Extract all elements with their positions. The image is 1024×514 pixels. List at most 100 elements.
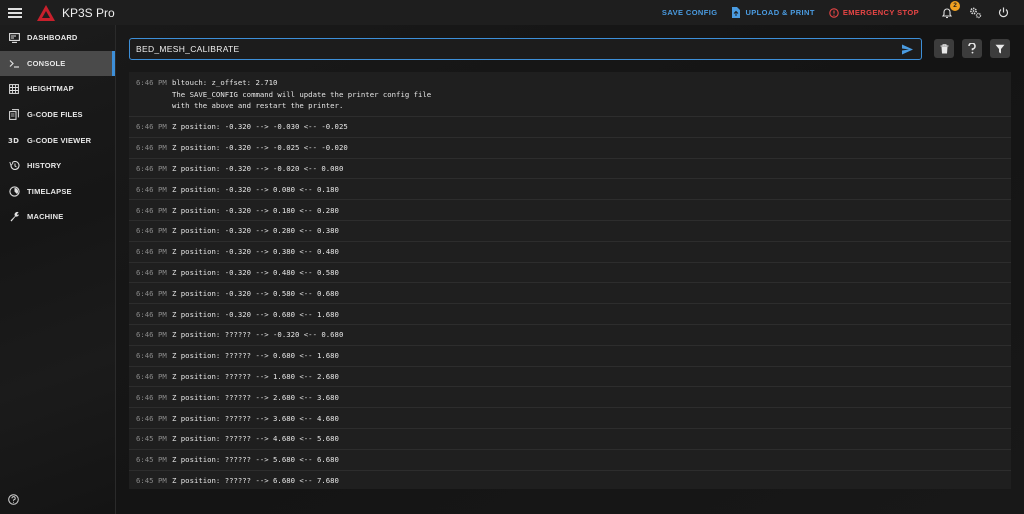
settings-button[interactable] [968, 6, 982, 20]
file-upload-icon [732, 7, 741, 18]
entry-message: Z position: ?????? --> -0.320 <-- 0.680 [172, 330, 344, 340]
grid-icon [9, 84, 19, 94]
console-entry: 6:45 PM Z position: ?????? --> 6.680 <-- … [129, 471, 1011, 489]
console-entry: 6:46 PM Z position: -0.320 --> 0.580 <-- … [129, 283, 1011, 305]
entry-message: Z position: -0.320 --> 0.380 <-- 0.480 [172, 247, 339, 257]
entry-line: with the above and restart the printer. [172, 101, 344, 111]
entry-timestamp: 6:45 PM [136, 475, 167, 485]
entry-message: Z position: ?????? --> 6.680 <-- 7.680 [172, 475, 339, 485]
sidebar-item-history[interactable]: HISTORY [0, 153, 115, 179]
entry-message: Z position: -0.320 --> 0.180 <-- 0.280 [172, 205, 339, 215]
sidebar-item-console[interactable]: CONSOLE [0, 50, 115, 77]
sidebar: DASHBOARD CONSOLE HEIGHTMAP G-CODE FILES… [0, 25, 116, 514]
console-entry: 6:46 PM Z position: -0.320 --> 0.680 <-- … [129, 304, 1011, 325]
power-button[interactable] [996, 6, 1010, 20]
help-button[interactable] [962, 39, 982, 58]
save-config-button[interactable]: SAVE CONFIG [662, 8, 718, 17]
entry-timestamp: 6:46 PM [136, 78, 167, 87]
entry-timestamp: 6:46 PM [136, 143, 167, 153]
console-entry: 6:46 PM Z position: -0.320 --> 0.180 <-- … [129, 200, 1011, 221]
console-entry: 6:46 PM Z position: ?????? --> 3.680 <-- … [129, 408, 1011, 429]
entry-message: Z position: -0.320 --> 0.280 <-- 0.380 [172, 226, 339, 236]
entry-timestamp: 6:46 PM [136, 309, 167, 319]
sidebar-item-timelapse[interactable]: TIMELAPSE [0, 179, 115, 205]
entry-message: Z position: ?????? --> 0.680 <-- 1.680 [172, 351, 339, 361]
main-content: 6:46 PM bltouch: z_offset: 2.710 The SAVE_… [116, 25, 1024, 514]
entry-timestamp: 6:45 PM [136, 455, 167, 465]
entry-timestamp: 6:46 PM [136, 351, 167, 361]
entry-timestamp: 6:46 PM [136, 330, 167, 340]
clear-console-button[interactable] [934, 39, 954, 58]
entry-timestamp: 6:46 PM [136, 163, 167, 173]
help-circle-icon[interactable] [8, 494, 19, 505]
entry-timestamp: 6:45 PM [136, 434, 167, 444]
history-icon [8, 161, 20, 171]
svg-text:3D: 3D [8, 137, 19, 144]
filter-icon [995, 44, 1005, 53]
send-icon[interactable] [901, 43, 914, 56]
entry-message: Z position: -0.320 --> -0.025 <-- -0.020 [172, 143, 348, 153]
filter-button[interactable] [990, 39, 1010, 58]
command-input[interactable] [130, 44, 901, 54]
entry-message: Z position: ?????? --> 2.680 <-- 3.680 [172, 392, 339, 402]
entry-timestamp: 6:46 PM [136, 122, 167, 132]
console-entry: 6:46 PM Z position: ?????? --> -0.320 <--… [129, 325, 1011, 346]
console-entry: 6:46 PM Z position: ?????? --> 0.680 <-- … [129, 346, 1011, 367]
monitor-icon [8, 32, 20, 43]
command-bar [129, 38, 922, 60]
console-entry: 6:45 PM Z position: ?????? --> 4.680 <-- … [129, 429, 1011, 450]
console-entry: 6:46 PM Z position: ?????? --> 1.680 <-- … [129, 367, 1011, 388]
menu-icon[interactable] [8, 7, 22, 18]
timelapse-icon [8, 186, 20, 197]
entry-message: bltouch: z_offset: 2.710 The SAVE_CONFIG … [172, 77, 431, 116]
console-entry: 6:46 PM Z position: ?????? --> 2.680 <-- … [129, 387, 1011, 409]
logo-icon [37, 4, 55, 21]
entry-message: Z position: -0.320 --> 0.480 <-- 0.580 [172, 267, 339, 277]
entry-message: Z position: -0.320 --> 0.680 <-- 1.680 [172, 309, 339, 319]
sidebar-item-machine[interactable]: MACHINE [0, 204, 115, 230]
entry-timestamp: 6:46 PM [136, 226, 167, 236]
upload-print-button[interactable]: UPLOAD & PRINT [731, 7, 814, 18]
app-title: KP3S Pro [62, 5, 115, 20]
entry-timestamp: 6:46 PM [136, 184, 167, 194]
question-icon [968, 43, 976, 54]
power-icon [998, 7, 1008, 18]
notifications-button[interactable]: 2 [940, 0, 960, 20]
entry-message: Z position: ?????? --> 1.680 <-- 2.680 [172, 371, 339, 381]
entry-message: Z position: ?????? --> 3.680 <-- 4.680 [172, 413, 339, 423]
console-entry: 6:46 PM Z position: -0.320 --> 0.080 <-- … [129, 179, 1011, 201]
sidebar-item-gcode-files[interactable]: G-CODE FILES [0, 102, 115, 128]
entry-message: Z position: ?????? --> 5.680 <-- 6.680 [172, 455, 339, 465]
entry-message: Z position: -0.320 --> 0.580 <-- 0.680 [172, 288, 339, 298]
entry-timestamp: 6:46 PM [136, 267, 167, 277]
emergency-stop-button[interactable]: EMERGENCY STOP [829, 7, 919, 18]
entry-timestamp: 6:46 PM [136, 413, 167, 423]
entry-message: Z position: ?????? --> 4.680 <-- 5.680 [172, 434, 339, 444]
entry-line: The SAVE_CONFIG command will update the … [172, 89, 432, 99]
entry-message: Z position: -0.320 --> -0.020 <-- 0.080 [172, 163, 344, 173]
sidebar-item-gcode-viewer[interactable]: 3D G-CODE VIEWER [0, 127, 115, 153]
entry-line: bltouch: z_offset: 2.710 [172, 78, 278, 87]
console-entry: 6:46 PM Z position: -0.320 --> -0.020 <--… [129, 159, 1011, 180]
notification-badge: 2 [950, 0, 960, 11]
entry-timestamp: 6:46 PM [136, 247, 167, 257]
sidebar-item-dashboard[interactable]: DASHBOARD [0, 25, 115, 51]
sidebar-item-heightmap[interactable]: HEIGHTMAP [0, 76, 115, 102]
console-entry: 6:46 PM Z position: -0.320 --> 0.380 <-- … [129, 242, 1011, 263]
console-entry: 6:46 PM Z position: -0.320 --> 0.280 <-- … [129, 221, 1011, 242]
entry-timestamp: 6:46 PM [136, 205, 167, 215]
files-icon [9, 109, 19, 120]
app-bar: KP3S Pro SAVE CONFIG UPLOAD & PRINT EMER… [0, 0, 1024, 25]
entry-timestamp: 6:46 PM [136, 392, 167, 402]
entry-message: Z position: -0.320 --> -0.030 <-- -0.025 [172, 122, 348, 132]
console-entry: 6:46 PM bltouch: z_offset: 2.710 The SAVE_… [129, 72, 1011, 117]
3d-icon: 3D [8, 137, 19, 144]
console-log[interactable]: 6:46 PM bltouch: z_offset: 2.710 The SAVE_… [129, 72, 1011, 489]
trash-icon [940, 43, 948, 53]
wrench-icon [10, 212, 19, 222]
console-icon [9, 59, 19, 68]
console-entry: 6:46 PM Z position: -0.320 --> 0.480 <-- … [129, 263, 1011, 284]
console-entry: 6:45 PM Z position: ?????? --> 5.680 <-- … [129, 450, 1011, 471]
entry-timestamp: 6:46 PM [136, 371, 167, 381]
console-entry: 6:46 PM Z position: -0.320 --> -0.025 <--… [129, 138, 1011, 159]
